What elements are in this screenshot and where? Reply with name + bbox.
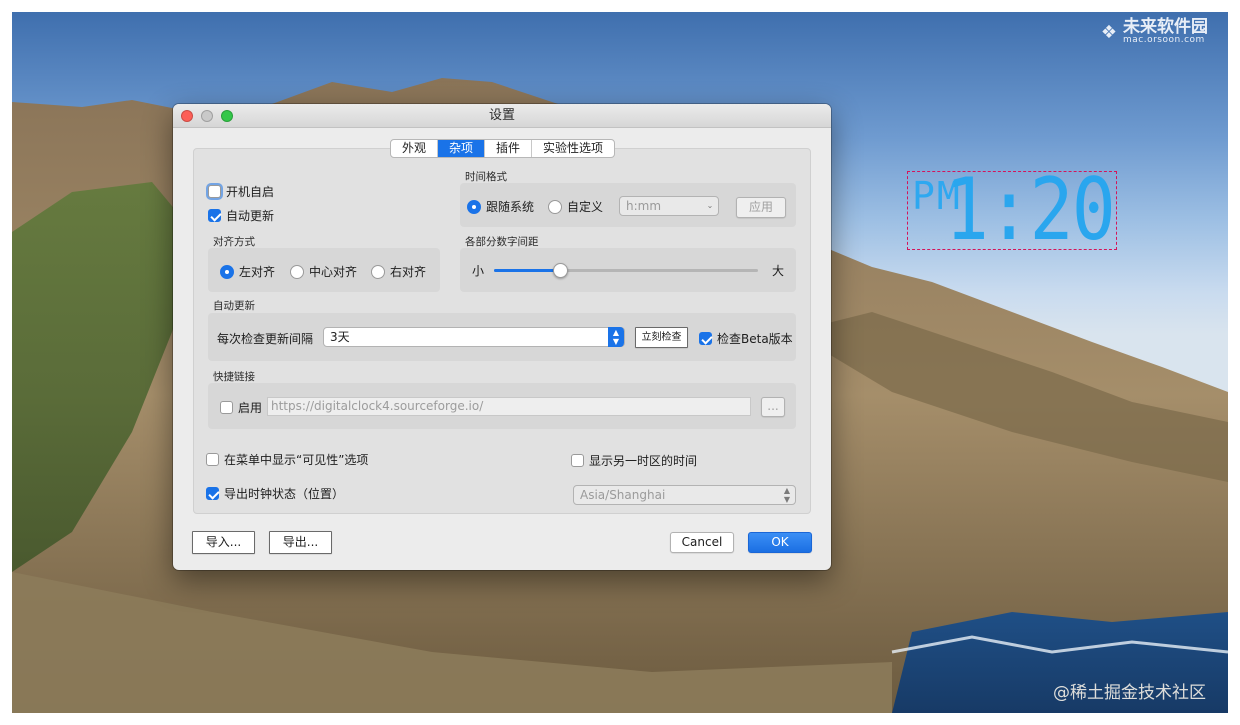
spacing-slider[interactable]	[494, 263, 758, 278]
quick-link-enable-label: 启用	[238, 401, 263, 415]
watermark-bottom: @稀土掘金技术社区	[1053, 683, 1206, 703]
apply-format-button[interactable]: 应用	[736, 197, 786, 218]
chevron-down-icon: ⌄	[706, 201, 714, 210]
window-titlebar[interactable]: 设置	[173, 104, 831, 128]
autoupdate-checkbox[interactable]: 自动更新	[208, 207, 274, 224]
ok-button[interactable]: OK	[748, 532, 812, 553]
time-format-custom-radio[interactable]: 自定义	[548, 198, 603, 215]
quick-link-url-field[interactable]: https://digitalclock4.sourceforge.io/	[267, 397, 751, 416]
alignment-label: 对齐方式	[213, 236, 255, 248]
tab-experimental[interactable]: 实验性选项	[532, 140, 614, 157]
zoom-window-button[interactable]	[221, 110, 233, 122]
alignment-group: 左对齐 中心对齐 右对齐	[208, 248, 440, 292]
timezone-value: Asia/Shanghai	[580, 488, 666, 502]
align-center-dot[interactable]	[290, 264, 304, 279]
spacing-max-label: 大	[772, 264, 785, 278]
autostart-checkbox[interactable]: 开机自启	[208, 183, 274, 200]
minimize-window-button[interactable]	[201, 110, 213, 122]
misc-tab-pane: 开机自启 自动更新 时间格式 跟随系统 自定义 h:mm ⌄ 应用 对齐方式 左…	[193, 148, 811, 514]
system-radio-dot[interactable]	[467, 199, 481, 214]
export-state-checkbox[interactable]: 导出时钟状态（位置）	[206, 485, 344, 502]
quick-link-group: 启用 https://digitalclock4.sourceforge.io/…	[208, 383, 796, 429]
other-timezone-label: 显示另一时区的时间	[589, 454, 698, 468]
import-button[interactable]: 导入...	[192, 531, 255, 554]
tab-appearance[interactable]: 外观	[391, 140, 439, 157]
time-format-label: 时间格式	[465, 171, 507, 183]
beta-box[interactable]	[699, 332, 712, 345]
watermark-brand: 未来软件园	[1123, 17, 1208, 37]
update-interval-value: 3天	[330, 330, 350, 344]
spacing-slider-knob[interactable]	[553, 263, 568, 278]
autostart-label: 开机自启	[226, 185, 275, 199]
autostart-box[interactable]	[208, 185, 221, 198]
quick-link-enable-checkbox[interactable]: 启用	[220, 399, 262, 416]
time-format-system-radio[interactable]: 跟随系统	[467, 198, 534, 215]
watermark-url: mac.orsoon.com	[1123, 35, 1205, 45]
export-button[interactable]: 导出...	[269, 531, 332, 554]
export-state-label: 导出时钟状态（位置）	[224, 487, 345, 501]
visibility-menu-checkbox[interactable]: 在菜单中显示“可见性”选项	[206, 451, 368, 468]
other-timezone-checkbox[interactable]: 显示另一时区的时间	[571, 452, 697, 469]
system-radio-label: 跟随系统	[486, 200, 535, 214]
align-left-radio[interactable]: 左对齐	[220, 263, 275, 280]
beta-checkbox[interactable]: 检查Beta版本	[699, 330, 793, 347]
time-format-group: 跟随系统 自定义 h:mm ⌄ 应用	[460, 183, 796, 227]
align-center-label: 中心对齐	[309, 265, 358, 279]
close-window-button[interactable]	[181, 110, 193, 122]
tab-plugins[interactable]: 插件	[485, 140, 533, 157]
quick-link-browse-button[interactable]: ...	[761, 397, 785, 417]
align-left-label: 左对齐	[239, 265, 276, 279]
align-right-dot[interactable]	[371, 264, 385, 279]
update-label: 自动更新	[213, 300, 255, 312]
settings-tabs: 外观 杂项 插件 实验性选项	[390, 139, 616, 158]
export-state-box[interactable]	[206, 487, 219, 500]
check-now-button[interactable]: 立刻检查	[635, 327, 688, 348]
window-title: 设置	[488, 108, 515, 123]
clock-time: 1:20	[944, 160, 1116, 260]
settings-window: 设置 外观 杂项 插件 实验性选项 开机自启 自动更新 时间格式 跟随系统 自定…	[173, 104, 831, 570]
spacing-group: 小 大	[460, 248, 796, 292]
align-center-radio[interactable]: 中心对齐	[290, 263, 357, 280]
custom-radio-dot[interactable]	[548, 199, 562, 214]
digital-clock-widget[interactable]: PM 1:20	[907, 160, 1117, 260]
timezone-select[interactable]: Asia/Shanghai ▲ ▼	[573, 485, 796, 505]
time-format-value: h:mm	[626, 199, 662, 213]
spacing-slider-fill	[494, 269, 560, 272]
update-interval-select[interactable]: 3天 ▲ ▼	[323, 327, 625, 347]
stepper-updown-icon: ▲ ▼	[783, 486, 791, 504]
autoupdate-box[interactable]	[208, 209, 221, 222]
other-timezone-box[interactable]	[571, 454, 584, 467]
cancel-button[interactable]: Cancel	[670, 532, 734, 553]
visibility-menu-label: 在菜单中显示“可见性”选项	[224, 453, 369, 467]
watermark-top: ❖ 未来软件园 mac.orsoon.com	[1100, 17, 1208, 46]
autoupdate-label: 自动更新	[226, 209, 275, 223]
custom-radio-label: 自定义	[567, 200, 604, 214]
update-group: 每次检查更新间隔 3天 ▲ ▼ 立刻检查 检查Beta版本	[208, 313, 796, 361]
time-format-select[interactable]: h:mm ⌄	[619, 196, 719, 216]
stepper-updown-icon: ▲ ▼	[608, 327, 624, 347]
align-left-dot[interactable]	[220, 264, 234, 279]
visibility-menu-box[interactable]	[206, 453, 219, 466]
update-interval-label: 每次检查更新间隔	[217, 332, 314, 346]
orsoon-logo-icon: ❖	[1100, 22, 1117, 43]
align-right-label: 右对齐	[390, 265, 427, 279]
spacing-label: 各部分数字间距	[465, 236, 539, 248]
tab-misc[interactable]: 杂项	[438, 140, 486, 157]
spacing-min-label: 小	[472, 264, 485, 278]
quick-link-enable-box[interactable]	[220, 401, 233, 414]
beta-label: 检查Beta版本	[717, 332, 793, 346]
align-right-radio[interactable]: 右对齐	[371, 263, 426, 280]
quick-link-label: 快捷链接	[213, 371, 255, 383]
